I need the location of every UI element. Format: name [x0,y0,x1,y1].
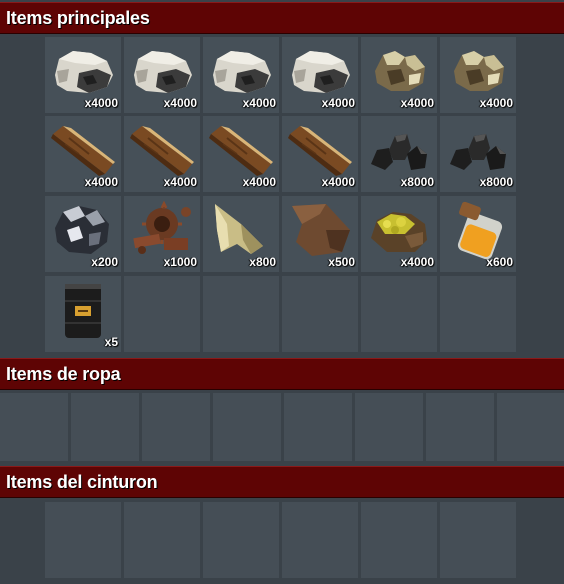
item-quantity: x8000 [479,175,513,189]
belt-slot[interactable] [124,502,200,578]
stone-icon [207,41,275,101]
belt-slot[interactable] [203,502,279,578]
inventory-slot[interactable]: x4000 [282,116,358,192]
stone-icon [49,41,117,101]
clothing-slot[interactable] [142,393,210,461]
inventory-slot[interactable]: x4000 [440,37,516,113]
inventory-slot-empty[interactable] [440,276,516,352]
section-title-main: Items principales [6,8,150,28]
item-quantity: x500 [328,255,355,269]
section-title-clothing: Items de ropa [6,364,121,384]
belt-slot[interactable] [282,502,358,578]
wood-icon [49,120,117,180]
item-quantity: x600 [486,255,513,269]
item-quantity: x1000 [163,255,197,269]
section-title-belt: Items del cinturon [6,472,158,492]
inventory-slot[interactable]: x4000 [361,196,437,272]
metal-ore-icon [365,41,433,101]
clothing-slot[interactable] [355,393,423,461]
clothing-slot[interactable] [71,393,139,461]
inventory-slot[interactable]: x200 [45,196,121,272]
item-quantity: x200 [91,255,118,269]
inventory-slot[interactable]: x800 [203,196,279,272]
metal-ore-icon [444,41,512,101]
clothing-grid [0,393,564,461]
stone-icon [128,41,196,101]
clothing-slot[interactable] [213,393,281,461]
inventory-slot-empty[interactable] [282,276,358,352]
sulfur-ore-icon [365,200,433,260]
inventory-slot[interactable]: x8000 [361,116,437,192]
oil-barrel-icon [49,280,117,340]
section-header-clothing: Items de ropa [0,358,564,390]
item-quantity: x4000 [163,175,197,189]
section-header-main: Items principales [0,2,564,34]
item-quantity: x4000 [479,96,513,110]
item-quantity: x800 [249,255,276,269]
item-quantity: x4000 [242,96,276,110]
item-quantity: x4000 [400,255,434,269]
cloth-icon [207,200,275,260]
clothing-slot[interactable] [0,393,68,461]
inventory-slot[interactable]: x4000 [45,116,121,192]
inventory-slot[interactable]: x4000 [124,116,200,192]
wood-icon [207,120,275,180]
item-quantity: x4000 [321,96,355,110]
stone-icon [286,41,354,101]
item-quantity: x4000 [321,175,355,189]
inventory-slot-empty[interactable] [203,276,279,352]
clothing-slot[interactable] [497,393,564,461]
inventory-slot[interactable]: x1000 [124,196,200,272]
belt-slot[interactable] [440,502,516,578]
inventory-slot[interactable]: x600 [440,196,516,272]
item-quantity: x5 [104,335,118,349]
item-quantity: x4000 [400,96,434,110]
clothing-slot[interactable] [426,393,494,461]
clothing-slot[interactable] [284,393,352,461]
main-inventory-grid: x4000 x4000 x4000 x4000 x4000 x4000 x400… [0,36,564,356]
hq-metal-ore-icon [49,200,117,260]
inventory-slot[interactable]: x4000 [361,37,437,113]
belt-grid [0,501,564,581]
leather-icon [286,200,354,260]
belt-slot[interactable] [45,502,121,578]
inventory-slot[interactable]: x4000 [282,37,358,113]
inventory-slot[interactable]: x4000 [203,37,279,113]
fuel-jar-icon [444,200,512,260]
item-quantity: x4000 [163,96,197,110]
inventory-slot-empty[interactable] [124,276,200,352]
charcoal-icon [365,120,433,180]
charcoal-icon [444,120,512,180]
inventory-slot[interactable]: x4000 [203,116,279,192]
item-quantity: x4000 [242,175,276,189]
item-quantity: x4000 [84,175,118,189]
item-quantity: x8000 [400,175,434,189]
section-header-belt: Items del cinturon [0,466,564,498]
inventory-slot[interactable]: x5 [45,276,121,352]
inventory-slot[interactable]: x8000 [440,116,516,192]
inventory-slot[interactable]: x500 [282,196,358,272]
wood-icon [286,120,354,180]
inventory-slot[interactable]: x4000 [45,37,121,113]
wood-icon [128,120,196,180]
metal-fragments-icon [128,200,196,260]
inventory-slot-empty[interactable] [361,276,437,352]
inventory-slot[interactable]: x4000 [124,37,200,113]
item-quantity: x4000 [84,96,118,110]
belt-slot[interactable] [361,502,437,578]
